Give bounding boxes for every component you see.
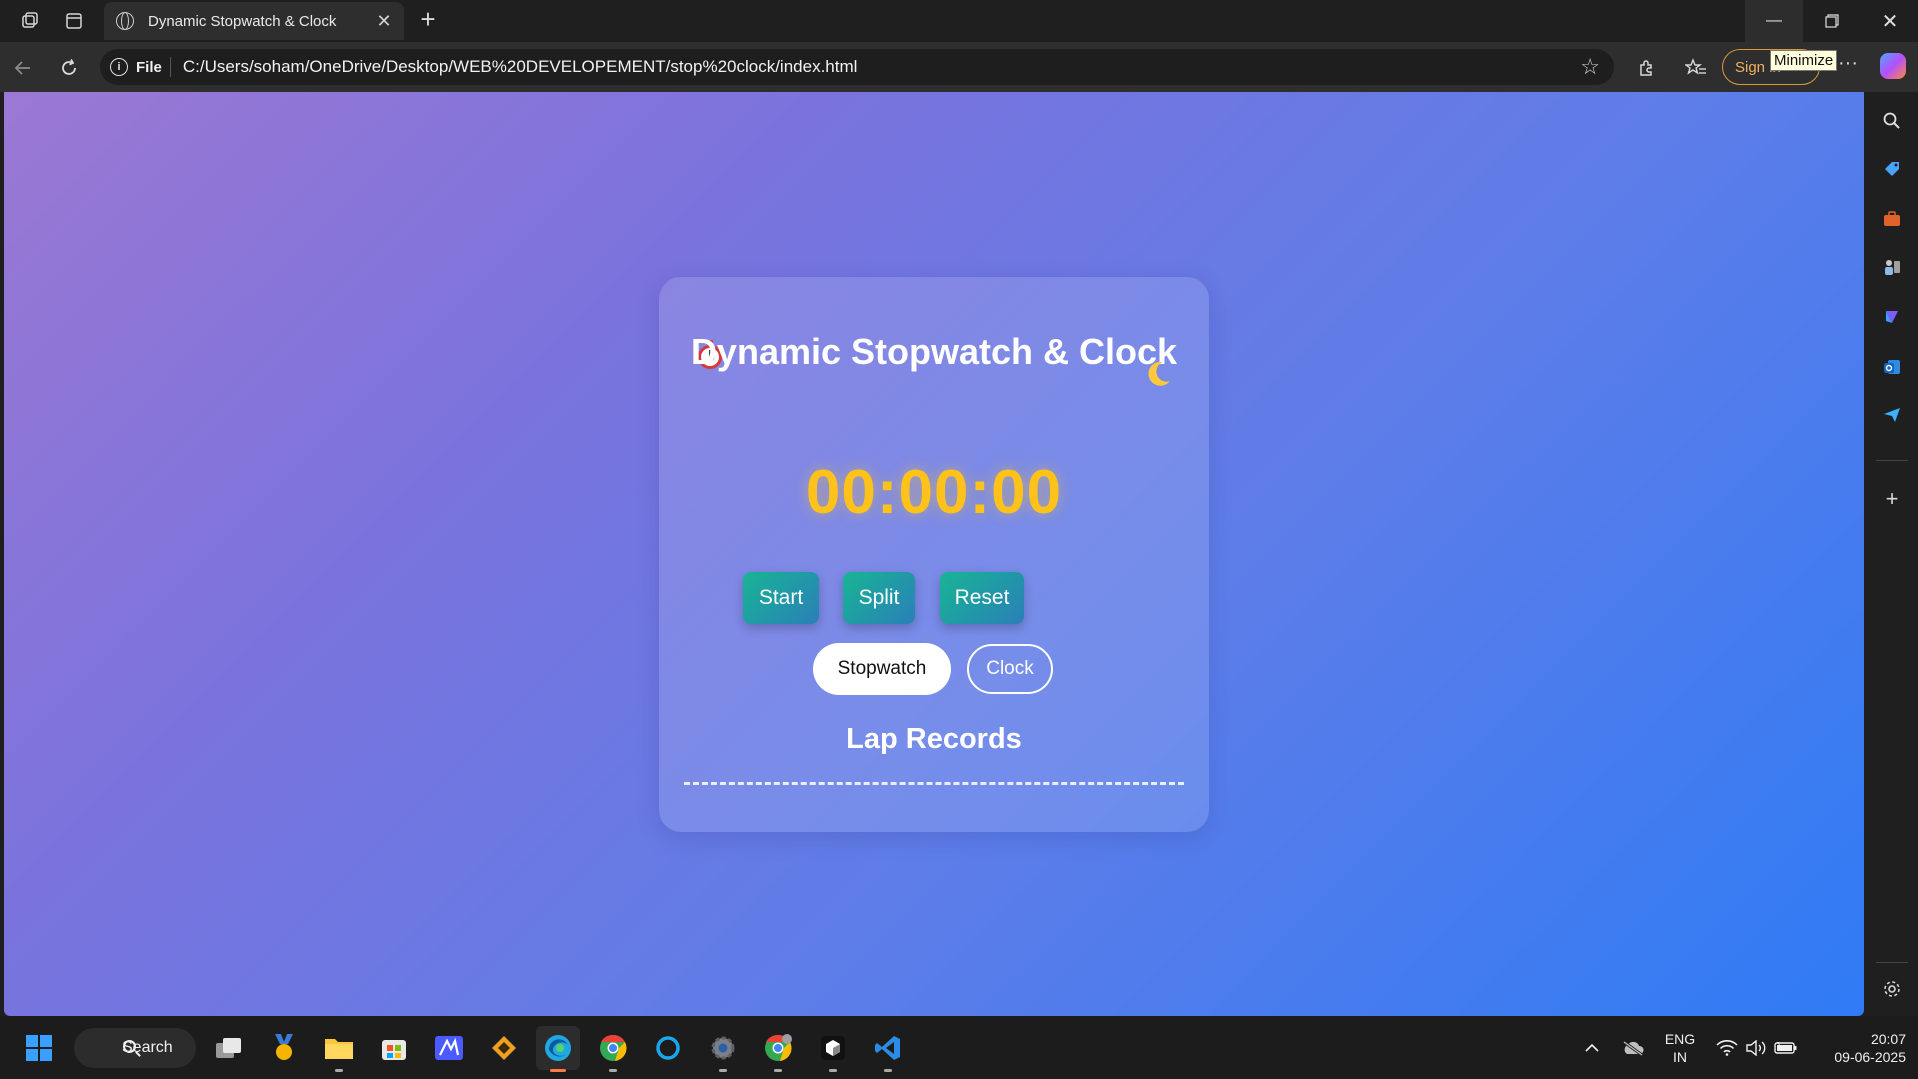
file-label: File [136, 58, 162, 76]
language-code: ENG [1664, 1031, 1696, 1047]
active-indicator [550, 1069, 566, 1072]
running-indicator [719, 1069, 727, 1072]
clock-time: 20:07 [1870, 1031, 1906, 1047]
new-tab-button[interactable]: + [412, 4, 444, 36]
show-hidden-icons[interactable] [1580, 1016, 1604, 1079]
chrome-profile-icon[interactable] [756, 1026, 800, 1072]
moon-icon[interactable] [1143, 359, 1173, 389]
edge-browser-icon[interactable] [536, 1026, 580, 1072]
reset-button[interactable]: Reset [940, 572, 1024, 624]
restore-button[interactable] [1803, 0, 1861, 42]
file-explorer-icon[interactable] [317, 1026, 361, 1072]
system-clock[interactable]: 20:07 09-06-2025 [1812, 1030, 1906, 1066]
volume-icon[interactable] [1744, 1016, 1768, 1079]
copilot-sidebar-icon[interactable] [1879, 304, 1905, 330]
more-options-icon[interactable]: ··· [1838, 52, 1858, 75]
minimize-button[interactable]: — [1745, 0, 1803, 42]
search-icon[interactable] [1879, 108, 1905, 134]
send-icon[interactable] [1879, 402, 1905, 428]
stopwatch-card: Dynamic Stopwatch & Clock 00:00:00 Start… [659, 277, 1209, 832]
title-bar: Dynamic Stopwatch & Clock ✕ + — ✕ [0, 0, 1918, 42]
language-indicator[interactable]: ENG IN [1660, 1030, 1700, 1066]
task-view-icon[interactable] [207, 1026, 251, 1070]
add-icon[interactable]: + [1879, 486, 1905, 512]
app-title: Dynamic Stopwatch & Clock [690, 331, 1178, 372]
region-code: IN [1673, 1049, 1687, 1065]
running-indicator [609, 1069, 617, 1072]
badge-app-icon[interactable] [262, 1026, 306, 1070]
visual-studio-icon[interactable] [427, 1026, 471, 1070]
stopwatch-mode-button[interactable]: Stopwatch [813, 643, 951, 695]
lap-records-heading: Lap Records [846, 723, 1022, 755]
vscode-icon[interactable] [866, 1026, 910, 1072]
edge-sidebar: + [1866, 92, 1918, 1016]
address-bar-row: i File C:/Users/soham/OneDrive/Desktop/W… [0, 42, 1918, 92]
timer-display: 00:00:00 [805, 458, 1063, 527]
outlook-icon[interactable] [1879, 354, 1905, 380]
favorite-star-icon[interactable]: ☆ [1580, 54, 1600, 80]
split-button[interactable]: Split [843, 572, 915, 624]
start-button[interactable]: Start [743, 572, 819, 624]
sidebar-divider [1876, 460, 1908, 461]
tab-title: Dynamic Stopwatch & Clock [148, 12, 337, 30]
separator [169, 57, 171, 77]
browser-tab[interactable]: Dynamic Stopwatch & Clock ✕ [104, 2, 404, 40]
url-text[interactable]: C:/Users/soham/OneDrive/Desktop/WEB%20DE… [183, 57, 1580, 77]
microsoft-store-icon[interactable] [372, 1026, 416, 1070]
address-bar[interactable]: i File C:/Users/soham/OneDrive/Desktop/W… [100, 49, 1614, 85]
clock-mode-button[interactable]: Clock [967, 644, 1053, 694]
settings-gear-icon[interactable] [1879, 976, 1905, 1002]
taskbar: Search ENG IN 20:07 09-06-2025 [0, 1016, 1918, 1079]
running-indicator [335, 1069, 343, 1072]
taskbar-search[interactable]: Search [74, 1028, 196, 1068]
search-icon [123, 1040, 136, 1053]
tools-briefcase-icon[interactable] [1879, 206, 1905, 232]
back-button[interactable] [6, 51, 40, 85]
running-indicator [829, 1069, 837, 1072]
chrome-icon[interactable] [591, 1026, 635, 1072]
globe-icon [116, 12, 134, 30]
lap-records-divider [684, 782, 1184, 785]
onedrive-offline-icon[interactable] [1618, 1016, 1648, 1079]
minimize-tooltip: Minimize [1770, 50, 1838, 71]
battery-icon[interactable] [1772, 1016, 1800, 1079]
cortana-ring-icon[interactable] [646, 1026, 690, 1070]
refresh-button[interactable] [52, 51, 86, 85]
terminal-cube-icon[interactable] [811, 1026, 855, 1072]
copilot-icon[interactable] [1880, 53, 1906, 79]
start-button[interactable] [17, 1026, 61, 1070]
clock-date: 09-06-2025 [1834, 1049, 1906, 1065]
games-icon[interactable] [1879, 254, 1905, 280]
settings-icon[interactable] [701, 1026, 745, 1072]
close-tab-icon[interactable]: ✕ [374, 11, 394, 32]
extensions-icon[interactable] [1630, 52, 1662, 84]
running-indicator [884, 1069, 892, 1072]
git-app-icon[interactable] [482, 1026, 526, 1070]
workspaces-icon[interactable] [8, 0, 52, 42]
favorites-icon[interactable] [1680, 52, 1712, 84]
close-window-button[interactable]: ✕ [1861, 0, 1918, 42]
running-indicator [774, 1069, 782, 1072]
page-viewport: Dynamic Stopwatch & Clock 00:00:00 Start… [4, 92, 1864, 1016]
vertical-tabs-icon[interactable] [52, 0, 96, 42]
shopping-tag-icon[interactable] [1879, 156, 1905, 182]
wifi-icon[interactable] [1714, 1016, 1740, 1079]
sidebar-divider [1876, 962, 1908, 963]
info-icon[interactable]: i [110, 58, 128, 76]
